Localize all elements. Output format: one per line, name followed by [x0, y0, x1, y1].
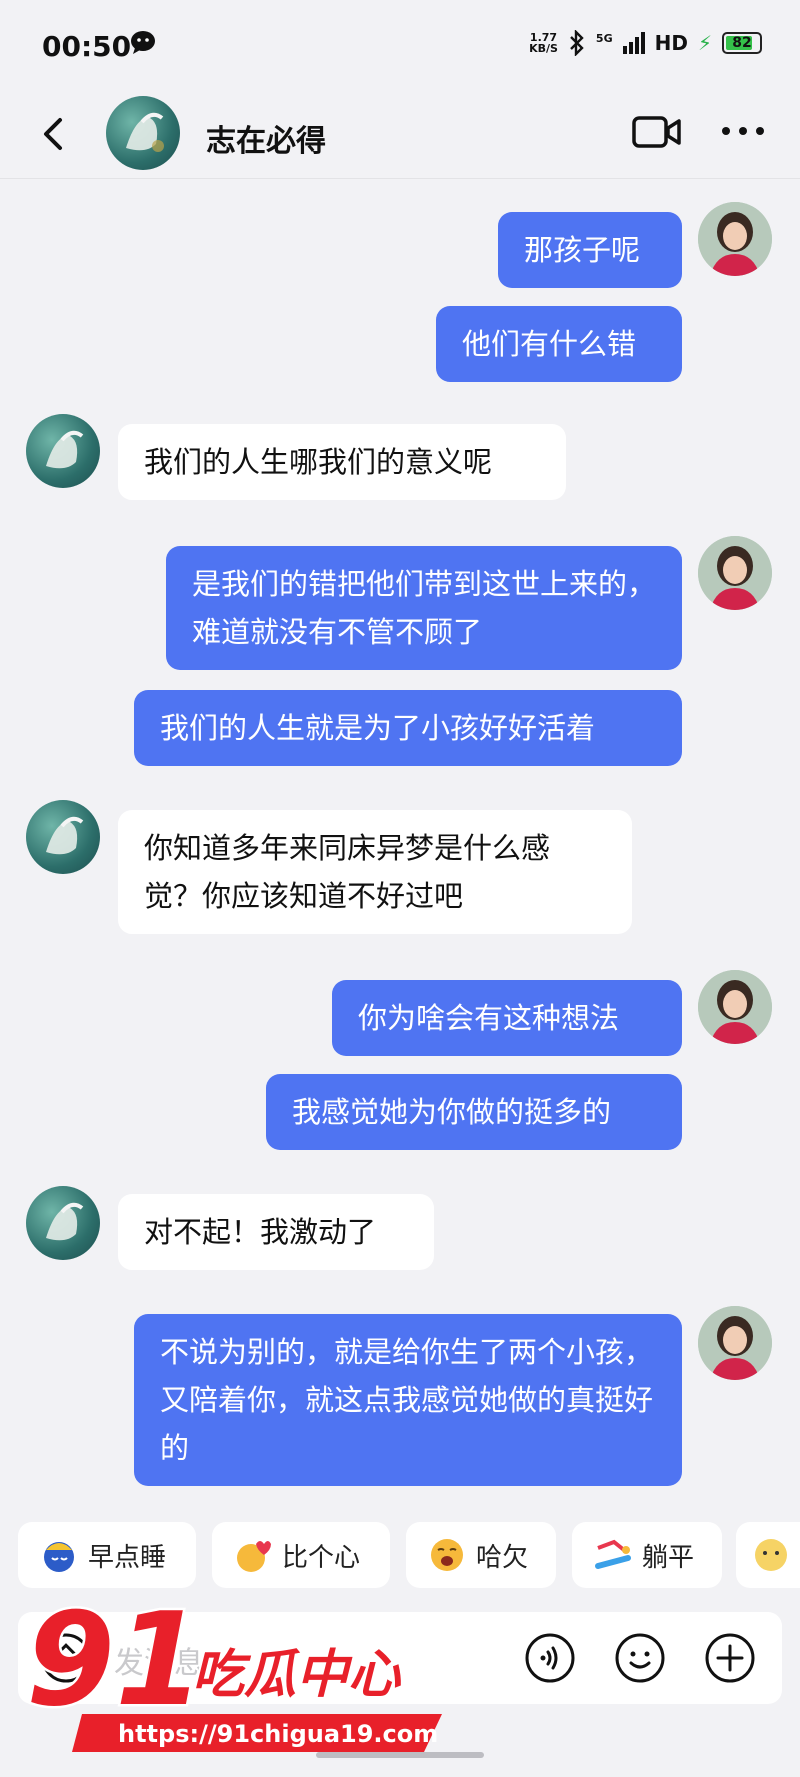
message-bubble-incoming[interactable]: 对不起！我激动了 — [118, 1194, 434, 1270]
chat-header: 志在必得 — [0, 96, 800, 179]
contact-avatar[interactable] — [26, 800, 100, 874]
contact-avatar[interactable] — [106, 96, 180, 170]
status-time: 00:50 — [42, 30, 132, 63]
watermark-logo: 91 吃瓜中心 https://91chigua19.com — [24, 1592, 442, 1752]
quick-reply-label: 哈欠 — [476, 1542, 529, 1573]
girl-avatar-icon — [698, 202, 772, 276]
message-bubble-outgoing[interactable]: 你为啥会有这种想法 — [332, 980, 682, 1056]
quick-reply-chip[interactable]: 躺平 — [572, 1522, 722, 1588]
watermark-number: 91 — [26, 1592, 204, 1735]
status-icons: 1.77 KB/S 5G HD ⚡ 82 — [529, 30, 762, 56]
message-bubble-outgoing[interactable]: 他们有什么错 — [436, 306, 682, 382]
sleepy-face-icon — [44, 1542, 74, 1572]
contact-name: 志在必得 — [206, 124, 326, 159]
more-options-icon[interactable] — [718, 116, 768, 146]
quick-reply-chip[interactable] — [736, 1522, 800, 1588]
girl-avatar-icon — [698, 1306, 772, 1380]
quick-reply-label: 躺平 — [642, 1542, 695, 1573]
signal-bars-icon — [622, 32, 645, 54]
quick-reply-chip[interactable]: 哈欠 — [406, 1522, 556, 1588]
bird-avatar-icon — [126, 112, 164, 152]
my-avatar[interactable] — [698, 970, 772, 1044]
status-bar: 00:50 1.77 KB/S 5G HD ⚡ 82 — [0, 0, 800, 96]
my-avatar[interactable] — [698, 1306, 772, 1380]
back-arrow-icon[interactable] — [34, 114, 74, 154]
hd-label: HD — [654, 31, 688, 55]
net-speed-unit: KB/S — [529, 42, 558, 55]
video-call-icon[interactable] — [632, 112, 682, 152]
quick-reply-chip[interactable]: 比个心 — [212, 1522, 390, 1588]
watermark-text: 吃瓜中心 — [192, 1645, 402, 1705]
girl-avatar-icon — [698, 970, 772, 1044]
watermark-url: https://91chigua19.com — [118, 1720, 438, 1748]
lying-flat-icon — [595, 1539, 631, 1569]
message-bubble-incoming[interactable]: 你知道多年来同床异梦是什么感觉？你应该知道不好过吧 — [118, 810, 632, 934]
sticker-more-icon — [755, 1539, 787, 1571]
message-bubble-outgoing[interactable]: 不说为别的，就是给你生了两个小孩，又陪着你，就这点我感觉她做的真挺好的 — [134, 1314, 682, 1486]
add-more-icon[interactable] — [704, 1632, 756, 1684]
bird-avatar-icon — [46, 816, 84, 855]
girl-avatar-icon — [698, 536, 772, 610]
my-avatar[interactable] — [698, 536, 772, 610]
signal-label: 5G — [595, 32, 613, 45]
battery-level: 82 — [732, 35, 752, 51]
yawn-face-icon — [431, 1539, 463, 1571]
emoji-icon[interactable] — [614, 1632, 666, 1684]
contact-avatar[interactable] — [26, 414, 100, 488]
heart-hands-icon — [237, 1541, 271, 1572]
message-bubble-outgoing[interactable]: 我感觉她为你做的挺多的 — [266, 1074, 682, 1150]
quick-reply-label: 比个心 — [282, 1542, 361, 1573]
message-bubble-outgoing[interactable]: 是我们的错把他们带到这世上来的，难道就没有不管不顾了 — [166, 546, 682, 670]
bluetooth-icon — [570, 30, 584, 56]
message-bubble-incoming[interactable]: 我们的人生哪我们的意义呢 — [118, 424, 566, 500]
bird-avatar-icon — [46, 1202, 84, 1241]
message-bubble-outgoing[interactable]: 那孩子呢 — [498, 212, 682, 288]
message-bubble-outgoing[interactable]: 我们的人生就是为了小孩好好活着 — [134, 690, 682, 766]
wechat-notification-icon — [131, 31, 155, 54]
battery-icon: 82 — [722, 32, 762, 54]
bird-avatar-icon — [46, 430, 84, 469]
my-avatar[interactable] — [698, 202, 772, 276]
net-speed: 1.77 KB/S — [529, 32, 558, 54]
voice-input-icon[interactable] — [524, 1632, 576, 1684]
quick-reply-label: 早点睡 — [88, 1542, 167, 1573]
quick-reply-chip[interactable]: 早点睡 — [18, 1522, 196, 1588]
charging-icon: ⚡ — [697, 31, 712, 55]
contact-avatar[interactable] — [26, 1186, 100, 1260]
